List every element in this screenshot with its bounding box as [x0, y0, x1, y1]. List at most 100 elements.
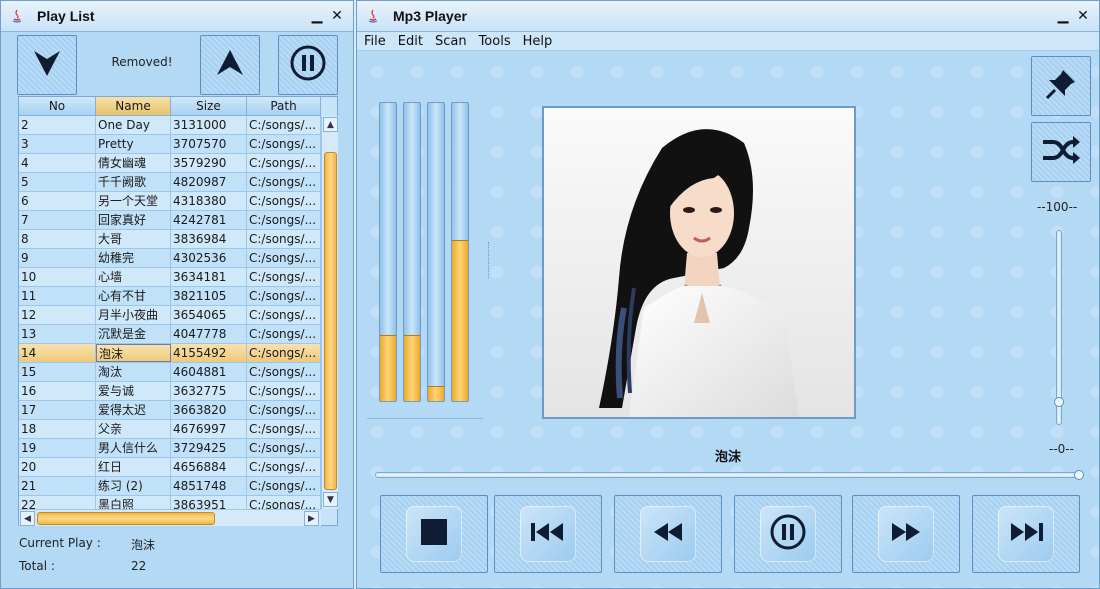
cell-no: 18: [19, 420, 96, 438]
cell-size: 3729425: [171, 439, 247, 457]
cell-no: 20: [19, 458, 96, 476]
move-down-button[interactable]: [17, 35, 77, 95]
equalizer-level: [404, 335, 420, 401]
cell-size: 4047778: [171, 325, 247, 343]
playlist-titlebar[interactable]: Play List ▁ ✕: [1, 1, 353, 32]
equalizer-bar: [379, 102, 397, 402]
pause-button[interactable]: [734, 495, 842, 573]
table-row[interactable]: 20 红日 4656884 C:/songs/...: [19, 458, 321, 477]
menu-file[interactable]: File: [364, 34, 386, 49]
minimize-icon[interactable]: ▁: [309, 8, 325, 24]
table-row[interactable]: 4 倩女幽魂 3579290 C:/songs/...: [19, 154, 321, 173]
cell-path: C:/songs/...: [247, 306, 321, 324]
table-row[interactable]: 17 爱得太迟 3663820 C:/songs/...: [19, 401, 321, 420]
table-row[interactable]: 11 心有不甘 3821105 C:/songs/...: [19, 287, 321, 306]
fast-forward-button[interactable]: [852, 495, 960, 573]
move-up-button[interactable]: [200, 35, 260, 95]
cell-no: 9: [19, 249, 96, 267]
table-row[interactable]: 18 父亲 4676997 C:/songs/...: [19, 420, 321, 439]
menu-edit[interactable]: Edit: [398, 34, 423, 49]
cell-no: 19: [19, 439, 96, 457]
window-title: Mp3 Player: [393, 8, 467, 24]
table-row[interactable]: 7 回家真好 4242781 C:/songs/...: [19, 211, 321, 230]
column-header-path[interactable]: Path: [247, 97, 321, 116]
cell-no: 12: [19, 306, 96, 324]
pause-button[interactable]: [278, 35, 338, 95]
table-row[interactable]: 16 爱与诚 3632775 C:/songs/...: [19, 382, 321, 401]
cell-path: C:/songs/...: [247, 439, 321, 457]
close-icon[interactable]: ✕: [329, 8, 345, 24]
pin-button[interactable]: [1031, 56, 1091, 116]
table-row[interactable]: 8 大哥 3836984 C:/songs/...: [19, 230, 321, 249]
table-row[interactable]: 13 沉默是金 4047778 C:/songs/...: [19, 325, 321, 344]
volume-slider-thumb[interactable]: [1054, 396, 1064, 407]
cell-path: C:/songs/...: [247, 496, 321, 509]
vertical-scroll-thumb[interactable]: [324, 152, 337, 490]
cell-no: 10: [19, 268, 96, 286]
table-row[interactable]: 9 幼稚完 4302536 C:/songs/...: [19, 249, 321, 268]
column-header-size[interactable]: Size: [171, 97, 247, 116]
table-row[interactable]: 21 练习 (2) 4851748 C:/songs/...: [19, 477, 321, 496]
cell-size: 3821105: [171, 287, 247, 305]
playlist-table: No Name Size Path 2 One Day 3131000 C:/songs/.…: [18, 96, 338, 526]
menu-tools[interactable]: Tools: [479, 34, 511, 49]
table-row[interactable]: 15 淘汰 4604881 C:/songs/...: [19, 363, 321, 382]
java-app-icon: [365, 8, 381, 24]
table-row[interactable]: 10 心墙 3634181 C:/songs/...: [19, 268, 321, 287]
seek-slider-thumb[interactable]: [1074, 470, 1084, 480]
menu-help[interactable]: Help: [523, 34, 553, 49]
table-row[interactable]: 22 黑白照 3863951 C:/songs/...: [19, 496, 321, 509]
table-row[interactable]: 5 千千阙歌 4820987 C:/songs/...: [19, 173, 321, 192]
cell-name: 练习 (2): [96, 477, 171, 495]
horizontal-scrollbar[interactable]: ◀ ▶: [19, 509, 321, 526]
cell-no: 5: [19, 173, 96, 191]
player-window: Mp3 Player ▁ ✕ File Edit Scan Tools Help: [356, 0, 1100, 589]
cell-no: 21: [19, 477, 96, 495]
stop-button[interactable]: [380, 495, 488, 573]
menu-scan[interactable]: Scan: [435, 34, 467, 49]
cell-no: 15: [19, 363, 96, 381]
table-row[interactable]: 2 One Day 3131000 C:/songs/...: [19, 116, 321, 135]
current-play-label: Current Play :: [19, 536, 101, 550]
equalizer-level: [428, 386, 444, 401]
volume-slider[interactable]: [1056, 230, 1062, 425]
cell-name: 黑白照: [96, 496, 171, 509]
scroll-up-icon[interactable]: ▲: [323, 117, 338, 132]
cell-name: 爱与诚: [96, 382, 171, 400]
cell-size: 3632775: [171, 382, 247, 400]
cell-name: 月半小夜曲: [96, 306, 171, 324]
table-row[interactable]: 6 另一个天堂 4318380 C:/songs/...: [19, 192, 321, 211]
minimize-icon[interactable]: ▁: [1055, 8, 1071, 24]
cell-no: 13: [19, 325, 96, 343]
cell-name: 沉默是金: [96, 325, 171, 343]
shuffle-button[interactable]: [1031, 122, 1091, 182]
splitter-handle[interactable]: [488, 242, 489, 278]
skip-last-icon: [1009, 522, 1043, 546]
rewind-button[interactable]: [614, 495, 722, 573]
skip-last-button[interactable]: [972, 495, 1080, 573]
cell-size: 3654065: [171, 306, 247, 324]
scroll-down-icon[interactable]: ▼: [323, 492, 338, 507]
column-header-name[interactable]: Name: [96, 97, 171, 116]
equalizer-level: [380, 335, 396, 401]
table-row[interactable]: 14 泡沫 4155492 C:/songs/...: [19, 344, 321, 363]
vertical-scrollbar[interactable]: ▲ ▼: [321, 116, 338, 509]
cell-no: 16: [19, 382, 96, 400]
close-icon[interactable]: ✕: [1075, 8, 1091, 24]
table-row[interactable]: 3 Pretty 3707570 C:/songs/...: [19, 135, 321, 154]
cell-path: C:/songs/...: [247, 363, 321, 381]
seek-slider[interactable]: [375, 472, 1081, 478]
scroll-right-icon[interactable]: ▶: [304, 511, 319, 526]
player-titlebar[interactable]: Mp3 Player ▁ ✕: [357, 1, 1099, 32]
horizontal-scroll-thumb[interactable]: [37, 512, 215, 525]
cell-size: 4820987: [171, 173, 247, 191]
scroll-left-icon[interactable]: ◀: [20, 511, 35, 526]
table-row[interactable]: 12 月半小夜曲 3654065 C:/songs/...: [19, 306, 321, 325]
move-down-icon: [30, 46, 64, 84]
cell-name: 千千阙歌: [96, 173, 171, 191]
playlist-window: Play List ▁ ✕ Removed! No Name Size Path 2O…: [0, 0, 354, 589]
table-row[interactable]: 19 男人信什么 3729425 C:/songs/...: [19, 439, 321, 458]
skip-first-button[interactable]: [494, 495, 602, 573]
column-header-no[interactable]: No: [19, 97, 96, 116]
equalizer-bar: [403, 102, 421, 402]
